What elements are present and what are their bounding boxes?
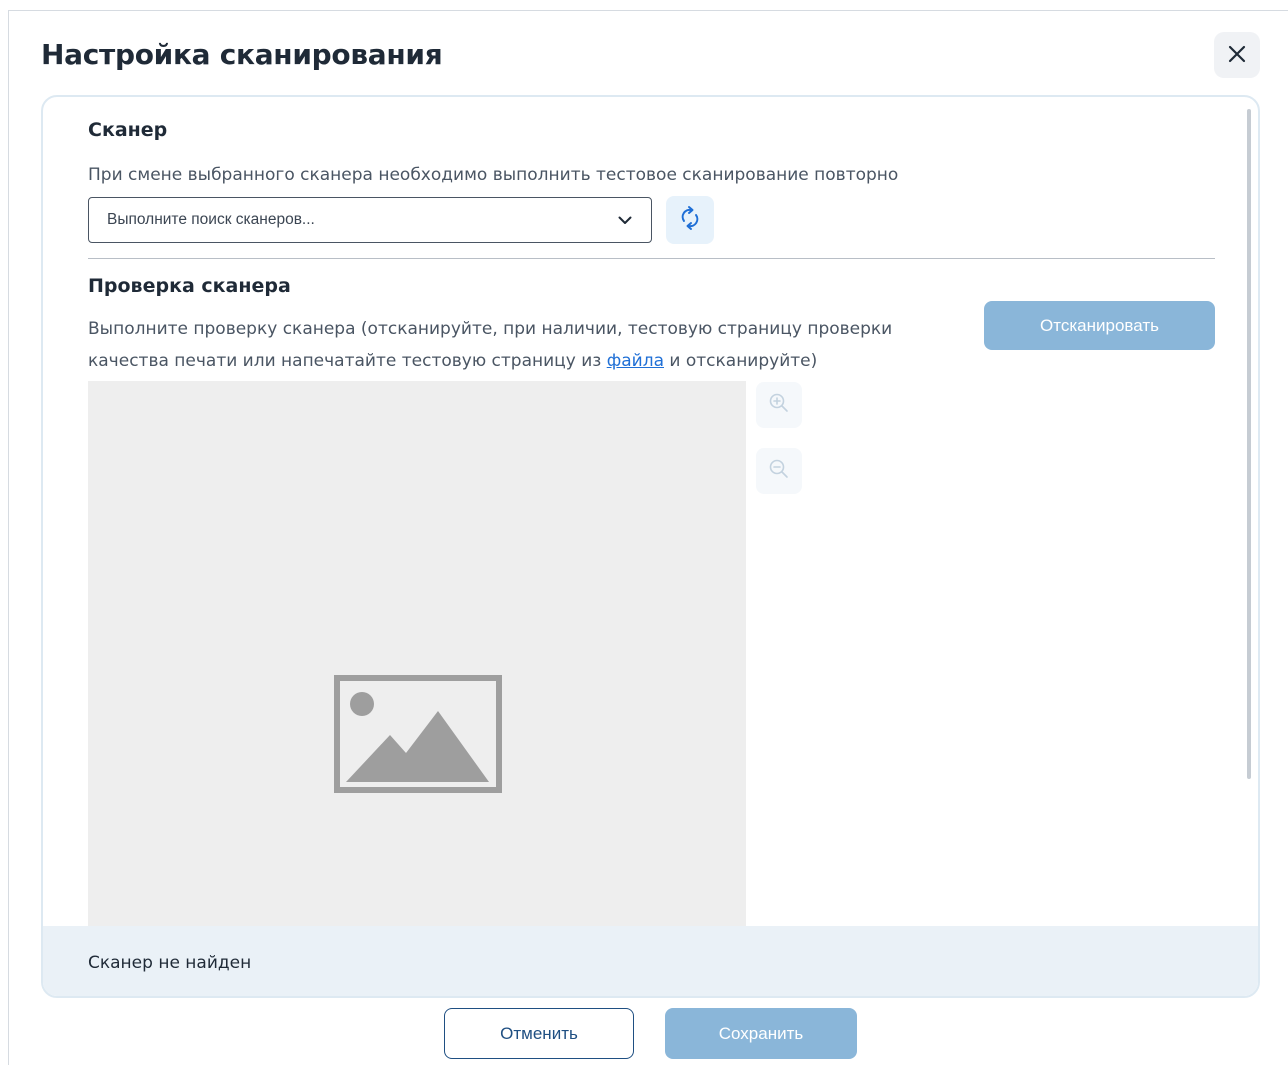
section-divider <box>88 258 1215 259</box>
check-hint: Выполните проверку сканера (отсканируйте… <box>88 313 938 377</box>
status-text: Сканер не найден <box>88 953 252 973</box>
close-icon <box>1228 45 1246 66</box>
zoom-in-button[interactable] <box>756 382 802 428</box>
chevron-down-icon <box>617 212 633 228</box>
zoom-in-icon <box>767 391 791 419</box>
image-placeholder-icon <box>334 675 502 797</box>
scanner-hint: При смене выбранного сканера необходимо … <box>88 165 899 185</box>
scan-settings-dialog: Настройка сканирования Сканер При смене … <box>8 10 1288 1065</box>
cancel-button[interactable]: Отменить <box>444 1008 634 1059</box>
status-bar: Сканер не найден <box>43 926 1258 996</box>
save-button[interactable]: Сохранить <box>665 1008 857 1059</box>
refresh-scanners-button[interactable] <box>666 196 714 244</box>
scan-button[interactable]: Отсканировать <box>984 301 1215 350</box>
close-button[interactable] <box>1214 32 1260 78</box>
zoom-out-button[interactable] <box>756 448 802 494</box>
scanner-section-title: Сканер <box>88 119 168 141</box>
file-link[interactable]: файла <box>607 351 664 371</box>
vertical-scrollbar[interactable] <box>1245 109 1253 914</box>
scan-preview <box>88 381 746 926</box>
scanner-select-placeholder: Выполните поиск сканеров... <box>107 211 315 228</box>
check-hint-text-end: и отсканируйте) <box>664 351 818 371</box>
check-section-title: Проверка сканера <box>88 275 291 297</box>
zoom-out-icon <box>767 457 791 485</box>
scrollbar-thumb[interactable] <box>1247 109 1251 779</box>
dialog-title: Настройка сканирования <box>41 38 443 71</box>
refresh-icon <box>678 204 702 236</box>
scanner-select[interactable]: Выполните поиск сканеров... <box>88 197 652 243</box>
settings-panel: Сканер При смене выбранного сканера необ… <box>41 95 1260 998</box>
scroll-area[interactable]: Сканер При смене выбранного сканера необ… <box>43 97 1258 926</box>
